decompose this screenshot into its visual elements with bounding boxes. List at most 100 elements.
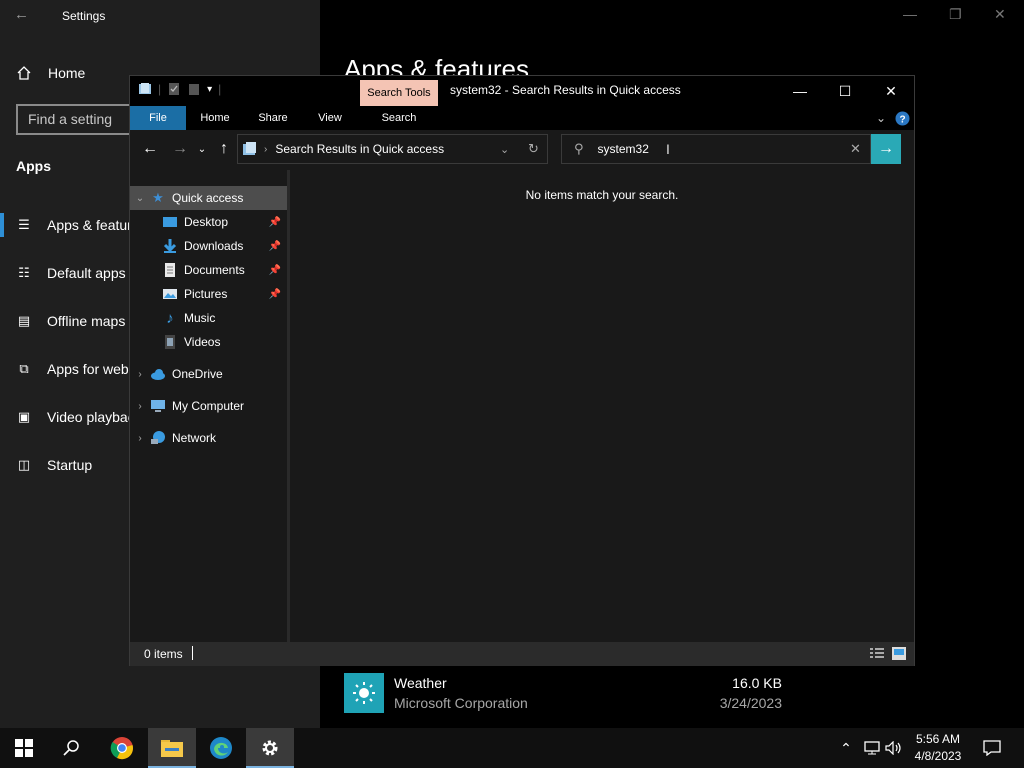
breadcrumb-chevron-icon: › (264, 143, 268, 155)
svg-text:?: ? (899, 114, 905, 125)
pin-icon[interactable]: 📌 (269, 217, 281, 228)
nav-label: OneDrive (172, 367, 223, 381)
nav-onedrive[interactable]: › OneDrive (130, 362, 287, 386)
nav-music[interactable]: ♪ Music (130, 306, 287, 330)
navigation-pane: ⌄ ★ Quick access Desktop 📌 Downloads 📌 D… (130, 186, 287, 642)
explorer-titlebar: | ▾ | Search Tools system32 - Search Res… (130, 76, 914, 106)
search-box[interactable]: ⚲ system32 I ✕ (561, 134, 871, 164)
taskbar-file-explorer[interactable] (148, 728, 196, 768)
notifications-icon[interactable] (980, 728, 1004, 768)
clock-date: 4/8/2023 (914, 749, 962, 763)
start-button[interactable] (0, 728, 48, 768)
music-icon: ♪ (166, 309, 174, 327)
new-folder-icon[interactable] (187, 82, 201, 96)
weather-app-icon (344, 673, 384, 713)
separator: | (158, 82, 162, 96)
nav-label: Videos (184, 335, 221, 349)
settings-restore-button[interactable]: ❐ (949, 6, 962, 23)
settings-title: Settings (62, 9, 106, 23)
folder-icon (161, 740, 183, 757)
tab-search[interactable]: Search (360, 106, 438, 130)
nav-desktop[interactable]: Desktop 📌 (130, 210, 287, 234)
chevron-right-icon[interactable]: › (130, 369, 150, 380)
back-arrow-icon[interactable]: ← (14, 6, 29, 23)
nav-label: Desktop (184, 215, 229, 229)
search-input[interactable]: system32 (598, 142, 649, 156)
network-status-icon[interactable] (862, 728, 882, 768)
large-icons-view-icon[interactable] (892, 647, 906, 660)
nav-label: Network (172, 431, 217, 445)
home-icon (17, 66, 31, 80)
app-publisher: Microsoft Corporation (394, 695, 528, 711)
item-count: 0 items (144, 647, 183, 661)
tab-share[interactable]: Share (248, 106, 298, 130)
status-separator (192, 646, 193, 660)
nav-my-computer[interactable]: › My Computer (130, 394, 287, 418)
address-dropdown-chevron-icon[interactable]: ⌄ (500, 143, 509, 156)
search-icon (63, 740, 79, 756)
quick-access-toolbar: | ▾ | (138, 82, 221, 96)
settings-section-title: Apps (16, 158, 51, 174)
nav-videos[interactable]: Videos (130, 330, 287, 354)
chrome-icon (110, 737, 133, 760)
app-list-item-weather[interactable]: Weather Microsoft Corporation 16.0 KB 3/… (344, 673, 784, 717)
back-button[interactable]: ← (140, 138, 160, 160)
settings-minimize-button[interactable]: — (903, 6, 917, 22)
pin-icon[interactable]: 📌 (269, 289, 281, 300)
show-hidden-icons-chevron-icon[interactable]: ⌃ (838, 728, 854, 768)
chevron-right-icon[interactable]: › (130, 433, 150, 444)
clear-search-icon[interactable]: ✕ (850, 141, 861, 157)
documents-icon (165, 263, 175, 277)
map-icon: ▤ (17, 313, 31, 328)
pin-icon[interactable]: 📌 (269, 265, 281, 276)
pin-icon[interactable]: 📌 (269, 241, 281, 252)
address-row: ← → ⌄ ↑ › Search Results in Quick access… (130, 130, 914, 170)
taskbar-clock[interactable]: 5:56 AM 4/8/2023 (906, 731, 970, 765)
search-go-button[interactable]: → (871, 134, 901, 164)
nav-label: Downloads (184, 239, 244, 253)
volume-icon[interactable] (884, 728, 904, 768)
details-view-icon[interactable] (870, 647, 884, 660)
chevron-right-icon[interactable]: › (130, 401, 150, 412)
nav-quick-access[interactable]: ⌄ ★ Quick access (130, 186, 287, 210)
settings-home-link[interactable]: Home (16, 62, 85, 84)
nav-documents[interactable]: Documents 📌 (130, 258, 287, 282)
file-list-pane[interactable]: No items match your search. (290, 170, 914, 642)
app-size: 16.0 KB (732, 675, 782, 691)
up-button[interactable]: ↑ (214, 138, 234, 160)
taskbar-search-button[interactable] (48, 728, 96, 768)
windows-logo-icon (15, 739, 33, 757)
taskbar-edge[interactable] (197, 728, 245, 768)
customize-toolbar-icon[interactable]: ▾ (207, 84, 212, 95)
computer-icon (151, 400, 165, 412)
taskbar-settings[interactable] (246, 728, 294, 768)
tab-file[interactable]: File (130, 106, 186, 130)
refresh-icon[interactable]: ↻ (528, 141, 539, 157)
help-icon[interactable]: ? (894, 106, 910, 130)
explorer-minimize-button[interactable]: — (780, 79, 820, 103)
nav-downloads[interactable]: Downloads 📌 (130, 234, 287, 258)
expand-ribbon-chevron-icon[interactable]: ⌄ (874, 106, 888, 130)
gear-icon (262, 740, 278, 756)
explorer-maximize-button[interactable]: ☐ (825, 79, 865, 103)
recent-locations-chevron-icon[interactable]: ⌄ (196, 138, 208, 160)
folder-app-icon (139, 83, 151, 94)
address-bar[interactable]: › Search Results in Quick access ⌄ ↻ (237, 134, 548, 164)
settings-close-button[interactable]: ✕ (994, 6, 1006, 23)
videos-icon (165, 335, 175, 349)
explorer-close-button[interactable]: ✕ (871, 79, 911, 103)
search-tools-contextual-tab[interactable]: Search Tools (360, 80, 438, 106)
forward-button[interactable]: → (170, 138, 190, 160)
video-icon: ▣ (17, 409, 31, 424)
settings-nav-label: Default apps (47, 265, 126, 281)
nav-pictures[interactable]: Pictures 📌 (130, 282, 287, 306)
tab-view[interactable]: View (305, 106, 355, 130)
taskbar-chrome[interactable] (98, 728, 146, 768)
sun-icon (353, 682, 375, 704)
properties-icon[interactable] (167, 82, 181, 96)
tab-home[interactable]: Home (190, 106, 240, 130)
chevron-down-icon[interactable]: ⌄ (130, 193, 150, 204)
nav-network[interactable]: › Network (130, 426, 287, 450)
nav-label: Quick access (172, 191, 244, 205)
search-icon: ⚲ (574, 141, 584, 156)
